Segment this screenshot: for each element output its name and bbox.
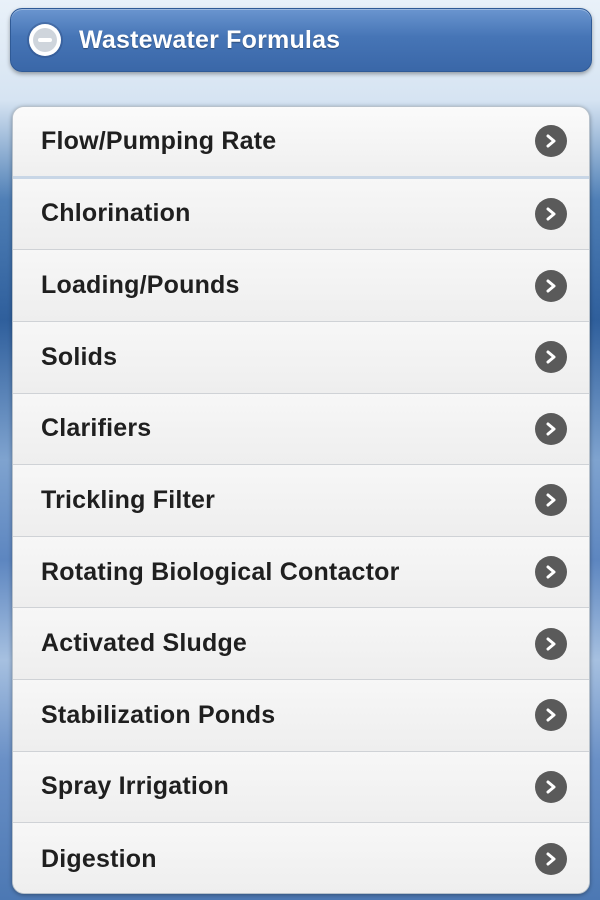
chevron-right-icon — [535, 341, 567, 374]
list-item-label: Chlorination — [41, 199, 191, 228]
list-item-label: Trickling Filter — [41, 485, 216, 514]
list-item-activated-sludge[interactable]: Activated Sludge — [13, 608, 589, 680]
list-item-label: Flow/Pumping Rate — [41, 126, 277, 155]
list-item-label: Stabilization Ponds — [41, 700, 276, 729]
list-item-label: Digestion — [41, 844, 157, 873]
chevron-right-icon — [535, 627, 567, 660]
chevron-right-icon — [535, 197, 567, 230]
list-item-label: Rotating Biological Contactor — [41, 557, 400, 586]
list-item-stabilization-ponds[interactable]: Stabilization Ponds — [13, 680, 589, 752]
chevron-right-icon — [535, 843, 567, 876]
list-item-digestion[interactable]: Digestion — [13, 823, 589, 893]
list-item-spray-irrigation[interactable]: Spray Irrigation — [13, 751, 589, 824]
chevron-right-icon — [535, 699, 567, 732]
list-item-clarifiers[interactable]: Clarifiers — [13, 393, 589, 466]
chevron-right-icon — [535, 556, 567, 589]
list-item-label: Solids — [41, 342, 118, 371]
list-item-label: Spray Irrigation — [41, 772, 229, 801]
chevron-right-icon — [535, 125, 567, 158]
wastewater-formulas-header[interactable]: Wastewater Formulas — [10, 8, 592, 72]
chevron-right-icon — [535, 484, 567, 517]
list-item-loading-pounds[interactable]: Loading/Pounds — [13, 250, 589, 322]
chevron-right-icon — [535, 412, 567, 445]
minus-circle-icon — [29, 24, 61, 56]
list-item-solids[interactable]: Solids — [13, 321, 589, 394]
list-item-flow-pumping-rate[interactable]: Flow/Pumping Rate — [13, 107, 589, 179]
list-item-rotating-biological-contactor[interactable]: Rotating Biological Contactor — [13, 536, 589, 609]
list-item-label: Loading/Pounds — [41, 271, 240, 300]
list-item-trickling-filter[interactable]: Trickling Filter — [13, 465, 589, 537]
chevron-right-icon — [535, 269, 567, 302]
header-title: Wastewater Formulas — [79, 25, 341, 54]
list-item-chlorination[interactable]: Chlorination — [13, 178, 589, 251]
formula-menu-list: Flow/Pumping Rate Chlorination Loading/P… — [12, 106, 590, 894]
chevron-right-icon — [535, 770, 567, 803]
list-item-label: Clarifiers — [41, 414, 152, 443]
list-item-label: Activated Sludge — [41, 629, 248, 658]
